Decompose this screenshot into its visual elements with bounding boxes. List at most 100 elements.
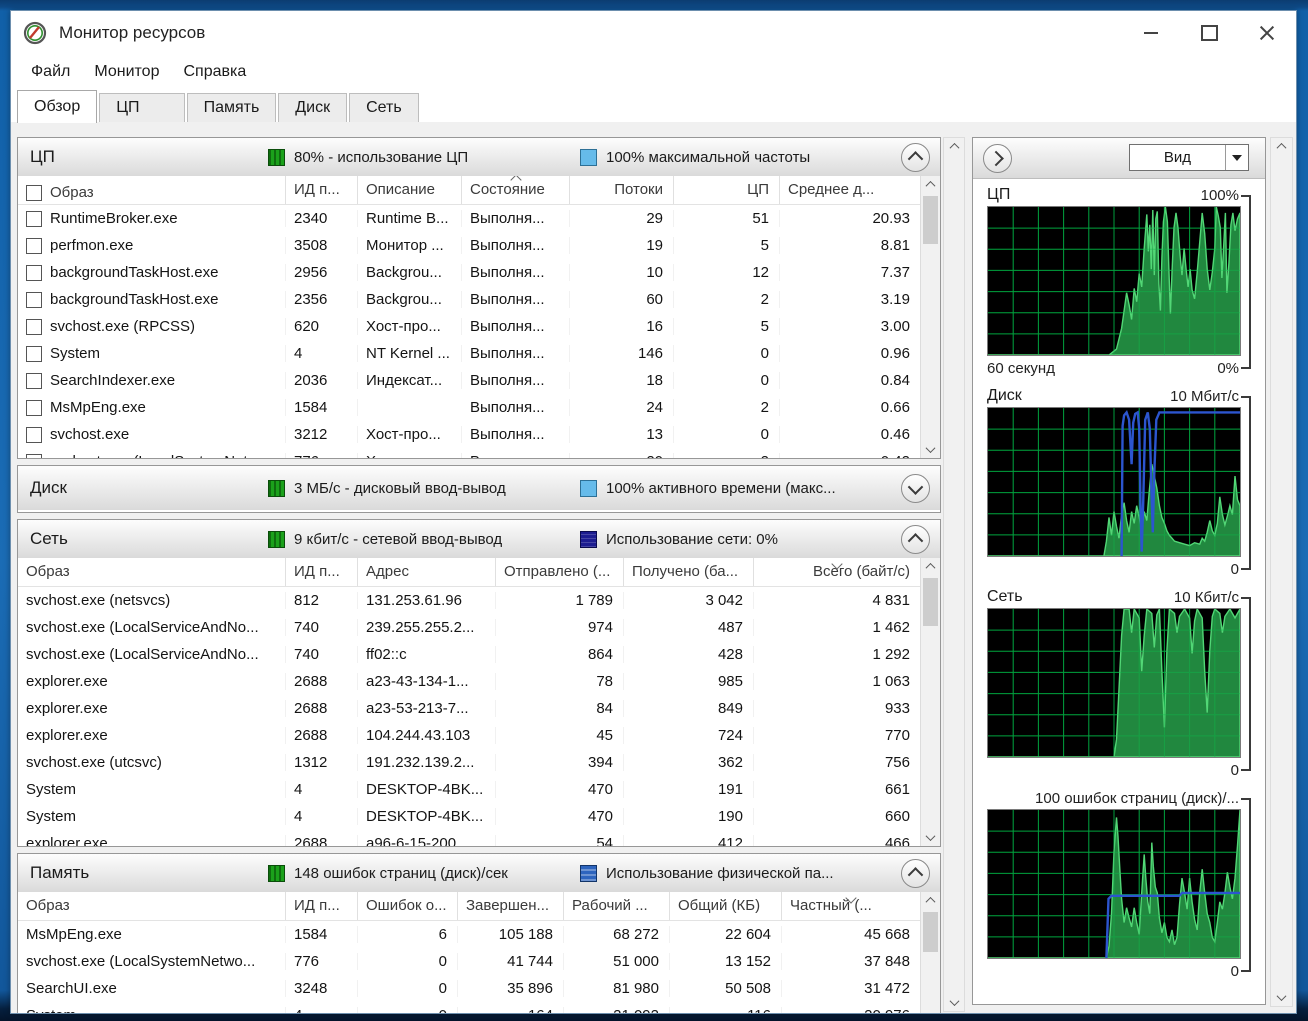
row-checkbox[interactable]: [26, 265, 42, 281]
table-row[interactable]: explorer.exe2688a96-6-15-200...54412466: [18, 830, 921, 846]
tab-cpu[interactable]: ЦП: [99, 93, 184, 122]
table-row[interactable]: System4NT Kernel ...Выполня...14600.96: [18, 340, 921, 367]
table-cell: 41 744: [458, 953, 564, 970]
disk-section-header[interactable]: Диск 3 МБ/с - дисковый ввод-вывод 100% а…: [18, 466, 940, 510]
row-checkbox[interactable]: [26, 427, 42, 443]
row-checkbox[interactable]: [26, 319, 42, 335]
table-cell: Выполня...: [462, 210, 570, 227]
table-row[interactable]: MsMpEng.exe1584Выполня...2420.66: [18, 394, 921, 421]
table-row[interactable]: SearchUI.exe3248035 89681 98050 50831 47…: [18, 975, 921, 1002]
row-checkbox[interactable]: [26, 292, 42, 308]
column-header[interactable]: Частный (...: [782, 892, 921, 920]
table-row[interactable]: RuntimeBroker.exe2340Runtime B...Выполня…: [18, 205, 921, 232]
table-row[interactable]: svchost.exe (LocalSystemNet...776Хост-пр…: [18, 448, 921, 458]
column-header[interactable]: Получено (ба...: [624, 558, 754, 586]
column-header[interactable]: Образ: [18, 558, 286, 586]
tab-disk[interactable]: Диск: [278, 93, 347, 122]
menu-help[interactable]: Справка: [171, 59, 258, 85]
scroll-down-icon[interactable]: [921, 441, 940, 458]
table-row[interactable]: svchost.exe (LocalServiceAndNo...740ff02…: [18, 641, 921, 668]
table-row[interactable]: System4DESKTOP-4BK...470190660: [18, 803, 921, 830]
table-row[interactable]: backgroundTaskHost.exe2956Backgrou...Вып…: [18, 259, 921, 286]
tab-memory[interactable]: Память: [187, 93, 277, 122]
table-row[interactable]: perfmon.exe3508Монитор ...Выполня...1958…: [18, 232, 921, 259]
column-header[interactable]: ИД п...: [286, 892, 358, 920]
scroll-up-icon[interactable]: [921, 558, 940, 575]
scroll-up-icon[interactable]: [944, 138, 964, 155]
table-row[interactable]: svchost.exe (utcsvc)1312191.232.139.2...…: [18, 749, 921, 776]
table-row[interactable]: svchost.exe (RPCSS)620Хост-про...Выполня…: [18, 313, 921, 340]
row-checkbox[interactable]: [26, 454, 42, 459]
network-section-header[interactable]: Сеть 9 кбит/с - сетевой ввод-вывод Испол…: [18, 520, 940, 559]
row-checkbox[interactable]: [26, 238, 42, 254]
tab-network[interactable]: Сеть: [349, 93, 419, 122]
cpu-table-scrollbar[interactable]: [920, 176, 940, 458]
scrollbar-thumb[interactable]: [923, 196, 938, 244]
cpu-section-header[interactable]: ЦП 80% - использование ЦП 100% максималь…: [18, 138, 940, 177]
menu-monitor[interactable]: Монитор: [82, 59, 171, 85]
table-row[interactable]: SearchIndexer.exe2036Индексат...Выполня.…: [18, 367, 921, 394]
table-cell: 190: [624, 808, 754, 825]
memory-section-header[interactable]: Память 148 ошибок страниц (диск)/сек Исп…: [18, 854, 940, 893]
table-row[interactable]: MsMpEng.exe15846105 18868 27222 60445 66…: [18, 921, 921, 948]
scroll-down-icon[interactable]: [1271, 989, 1292, 1006]
column-header[interactable]: Описание: [358, 176, 462, 204]
column-header[interactable]: Завершен...: [458, 892, 564, 920]
disk-expand-button[interactable]: [901, 474, 930, 503]
row-checkbox[interactable]: [26, 373, 42, 389]
table-row[interactable]: svchost.exe (LocalSystemNetwo...776041 7…: [18, 948, 921, 975]
view-dropdown[interactable]: Вид: [1129, 144, 1249, 171]
column-header[interactable]: Состояние: [462, 176, 570, 204]
column-header[interactable]: Адрес: [358, 558, 496, 586]
table-row[interactable]: explorer.exe2688104.244.43.10345724770: [18, 722, 921, 749]
scroll-down-icon[interactable]: [921, 829, 940, 846]
column-header[interactable]: Среднее д...: [780, 176, 921, 204]
table-row[interactable]: explorer.exe2688a23-43-134-1...789851 06…: [18, 668, 921, 695]
cpu-section: ЦП 80% - использование ЦП 100% максималь…: [17, 137, 941, 459]
table-row[interactable]: explorer.exe2688a23-53-213-7...84849933: [18, 695, 921, 722]
column-header[interactable]: Образ: [18, 892, 286, 920]
network-collapse-button[interactable]: [901, 525, 930, 554]
network-table-scrollbar[interactable]: [920, 558, 940, 846]
column-header[interactable]: ИД п...: [286, 558, 358, 586]
table-row[interactable]: System4DESKTOP-4BK...470191661: [18, 776, 921, 803]
memory-table-scrollbar[interactable]: [920, 892, 940, 1013]
minimize-button[interactable]: [1122, 11, 1180, 55]
table-row[interactable]: svchost.exe3212Хост-про...Выполня...1300…: [18, 421, 921, 448]
column-header[interactable]: Образ: [18, 176, 286, 204]
maximize-button[interactable]: [1180, 11, 1238, 55]
panel-expand-button[interactable]: [983, 144, 1012, 173]
column-header[interactable]: Отправлено (...: [496, 558, 624, 586]
table-row[interactable]: System4016421 09211620 976: [18, 1002, 921, 1013]
row-checkbox[interactable]: [26, 400, 42, 416]
column-header[interactable]: Потоки: [570, 176, 674, 204]
table-row[interactable]: svchost.exe (LocalServiceAndNo...740239.…: [18, 614, 921, 641]
column-header[interactable]: Всего (байт/с): [754, 558, 921, 586]
scroll-up-icon[interactable]: [921, 176, 940, 193]
column-header[interactable]: ИД п...: [286, 176, 358, 204]
column-header[interactable]: Общий (КБ): [670, 892, 782, 920]
main-scrollbar[interactable]: [943, 137, 965, 1012]
scrollbar-thumb[interactable]: [923, 578, 938, 626]
titlebar[interactable]: Монитор ресурсов: [11, 11, 1296, 55]
column-header[interactable]: Рабочий ...: [564, 892, 670, 920]
table-row[interactable]: backgroundTaskHost.exe2356Backgrou...Вып…: [18, 286, 921, 313]
scrollbar-thumb[interactable]: [923, 912, 938, 952]
cpu-collapse-button[interactable]: [901, 143, 930, 172]
table-row[interactable]: svchost.exe (netsvcs)812131.253.61.961 7…: [18, 587, 921, 614]
tab-overview[interactable]: Обзор: [17, 90, 97, 123]
column-header[interactable]: ЦП: [674, 176, 780, 204]
select-all-checkbox[interactable]: [26, 185, 42, 201]
table-cell: 239.255.255.2...: [358, 619, 496, 636]
network-io-key: 9 кбит/с - сетевой ввод-вывод: [294, 531, 502, 548]
menu-file[interactable]: Файл: [19, 59, 82, 85]
scroll-up-icon[interactable]: [921, 892, 940, 909]
scroll-down-icon[interactable]: [944, 994, 964, 1011]
scroll-up-icon[interactable]: [1271, 138, 1292, 155]
row-checkbox[interactable]: [26, 346, 42, 362]
memory-collapse-button[interactable]: [901, 859, 930, 888]
column-header[interactable]: Ошибок о...: [358, 892, 458, 920]
row-checkbox[interactable]: [26, 211, 42, 227]
close-button[interactable]: [1238, 11, 1296, 55]
graphs-panel-scrollbar[interactable]: [1270, 137, 1293, 1007]
